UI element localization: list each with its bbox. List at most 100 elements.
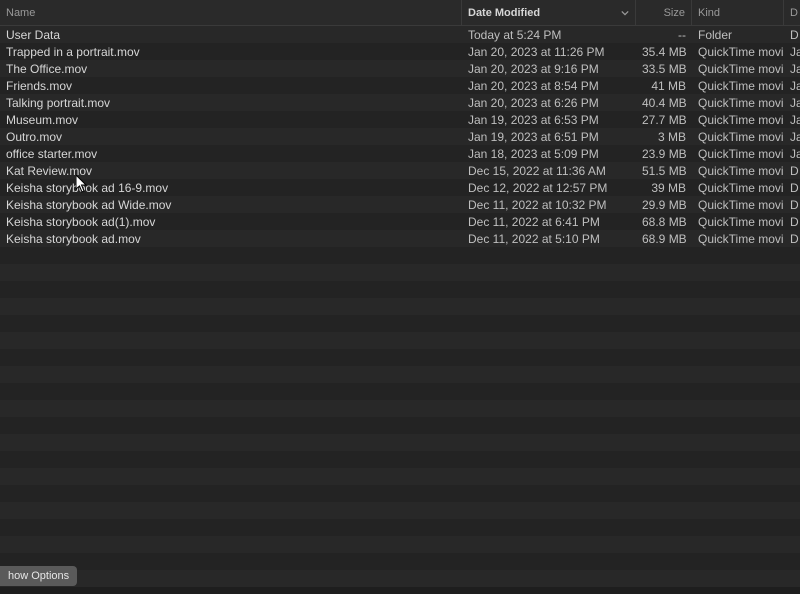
file-date: Jan 19, 2023 at 6:51 PM	[462, 130, 636, 144]
file-size: 33.5 MB	[636, 62, 692, 76]
file-kind: QuickTime movie	[692, 232, 784, 246]
empty-row	[0, 264, 800, 281]
file-extra: D	[784, 28, 800, 42]
file-date: Jan 20, 2023 at 11:26 PM	[462, 45, 636, 59]
file-row[interactable]: The Office.movJan 20, 2023 at 9:16 PM33.…	[0, 60, 800, 77]
file-size: 29.9 MB	[636, 198, 692, 212]
file-size: 39 MB	[636, 181, 692, 195]
column-header-size[interactable]: Size	[636, 0, 692, 25]
empty-row	[0, 502, 800, 519]
column-label: Size	[664, 7, 685, 19]
file-kind: QuickTime movie	[692, 113, 784, 127]
file-date: Jan 18, 2023 at 5:09 PM	[462, 147, 636, 161]
file-extra: Ja	[784, 96, 800, 110]
file-date: Dec 12, 2022 at 12:57 PM	[462, 181, 636, 195]
file-name: The Office.mov	[0, 62, 462, 76]
empty-row	[0, 332, 800, 349]
file-size: 41 MB	[636, 79, 692, 93]
file-name: Keisha storybook ad 16-9.mov	[0, 181, 462, 195]
file-date: Dec 11, 2022 at 5:10 PM	[462, 232, 636, 246]
file-name: Outro.mov	[0, 130, 462, 144]
empty-row	[0, 366, 800, 383]
file-kind: QuickTime movie	[692, 62, 784, 76]
file-size: --	[636, 28, 692, 42]
file-kind: QuickTime movie	[692, 130, 784, 144]
file-row[interactable]: Talking portrait.movJan 20, 2023 at 6:26…	[0, 94, 800, 111]
file-kind: QuickTime movie	[692, 164, 784, 178]
empty-row	[0, 315, 800, 332]
file-date: Jan 20, 2023 at 9:16 PM	[462, 62, 636, 76]
file-extra: Ja	[784, 113, 800, 127]
empty-row	[0, 451, 800, 468]
chevron-down-icon	[621, 9, 629, 17]
show-options-label: how Options	[8, 570, 69, 582]
empty-row	[0, 468, 800, 485]
file-name: Friends.mov	[0, 79, 462, 93]
file-list: User DataToday at 5:24 PM--FolderDTrappe…	[0, 26, 800, 587]
file-name: office starter.mov	[0, 147, 462, 161]
column-header-extra[interactable]: D	[784, 0, 800, 25]
file-row[interactable]: User DataToday at 5:24 PM--FolderD	[0, 26, 800, 43]
empty-row	[0, 536, 800, 553]
file-extra: D	[784, 215, 800, 229]
file-date: Dec 11, 2022 at 10:32 PM	[462, 198, 636, 212]
file-name: Talking portrait.mov	[0, 96, 462, 110]
column-label: Date Modified	[468, 7, 540, 19]
empty-row	[0, 383, 800, 400]
file-date: Jan 19, 2023 at 6:53 PM	[462, 113, 636, 127]
file-extra: Ja	[784, 62, 800, 76]
file-row[interactable]: office starter.movJan 18, 2023 at 5:09 P…	[0, 145, 800, 162]
file-name: Trapped in a portrait.mov	[0, 45, 462, 59]
file-name: Keisha storybook ad(1).mov	[0, 215, 462, 229]
empty-row	[0, 519, 800, 536]
file-name: Keisha storybook ad.mov	[0, 232, 462, 246]
file-size: 3 MB	[636, 130, 692, 144]
file-row[interactable]: Friends.movJan 20, 2023 at 8:54 PM41 MBQ…	[0, 77, 800, 94]
file-name: Museum.mov	[0, 113, 462, 127]
file-kind: QuickTime movie	[692, 198, 784, 212]
file-date: Jan 20, 2023 at 8:54 PM	[462, 79, 636, 93]
file-extra: Ja	[784, 130, 800, 144]
file-date: Today at 5:24 PM	[462, 28, 636, 42]
file-row[interactable]: Outro.movJan 19, 2023 at 6:51 PM3 MBQuic…	[0, 128, 800, 145]
file-kind: QuickTime movie	[692, 181, 784, 195]
file-kind: QuickTime movie	[692, 215, 784, 229]
file-row[interactable]: Keisha storybook ad(1).movDec 11, 2022 a…	[0, 213, 800, 230]
empty-row	[0, 281, 800, 298]
file-date: Dec 11, 2022 at 6:41 PM	[462, 215, 636, 229]
file-extra: Ja	[784, 79, 800, 93]
file-kind: QuickTime movie	[692, 45, 784, 59]
file-row[interactable]: Trapped in a portrait.movJan 20, 2023 at…	[0, 43, 800, 60]
file-row[interactable]: Keisha storybook ad 16-9.movDec 12, 2022…	[0, 179, 800, 196]
empty-row	[0, 570, 800, 587]
file-size: 40.4 MB	[636, 96, 692, 110]
file-row[interactable]: Keisha storybook ad.movDec 11, 2022 at 5…	[0, 230, 800, 247]
column-label: D	[790, 7, 798, 19]
file-row[interactable]: Keisha storybook ad Wide.movDec 11, 2022…	[0, 196, 800, 213]
file-kind: QuickTime movie	[692, 96, 784, 110]
column-header-row: Name Date Modified Size Kind D	[0, 0, 800, 26]
empty-row	[0, 247, 800, 264]
column-label: Kind	[698, 7, 720, 19]
column-header-date[interactable]: Date Modified	[462, 0, 636, 25]
file-size: 68.8 MB	[636, 215, 692, 229]
file-kind: Folder	[692, 28, 784, 42]
column-header-name[interactable]: Name	[0, 0, 462, 25]
file-extra: Ja	[784, 147, 800, 161]
file-extra: Ja	[784, 45, 800, 59]
file-date: Jan 20, 2023 at 6:26 PM	[462, 96, 636, 110]
empty-row	[0, 298, 800, 315]
file-row[interactable]: Museum.movJan 19, 2023 at 6:53 PM27.7 MB…	[0, 111, 800, 128]
show-options-button[interactable]: how Options	[0, 566, 77, 586]
file-extra: D	[784, 164, 800, 178]
file-extra: D	[784, 198, 800, 212]
file-name: Keisha storybook ad Wide.mov	[0, 198, 462, 212]
empty-row	[0, 434, 800, 451]
column-header-kind[interactable]: Kind	[692, 0, 784, 25]
empty-row	[0, 553, 800, 570]
file-kind: QuickTime movie	[692, 147, 784, 161]
empty-row	[0, 485, 800, 502]
file-size: 35.4 MB	[636, 45, 692, 59]
file-row[interactable]: Kat Review.movDec 15, 2022 at 11:36 AM51…	[0, 162, 800, 179]
file-size: 23.9 MB	[636, 147, 692, 161]
